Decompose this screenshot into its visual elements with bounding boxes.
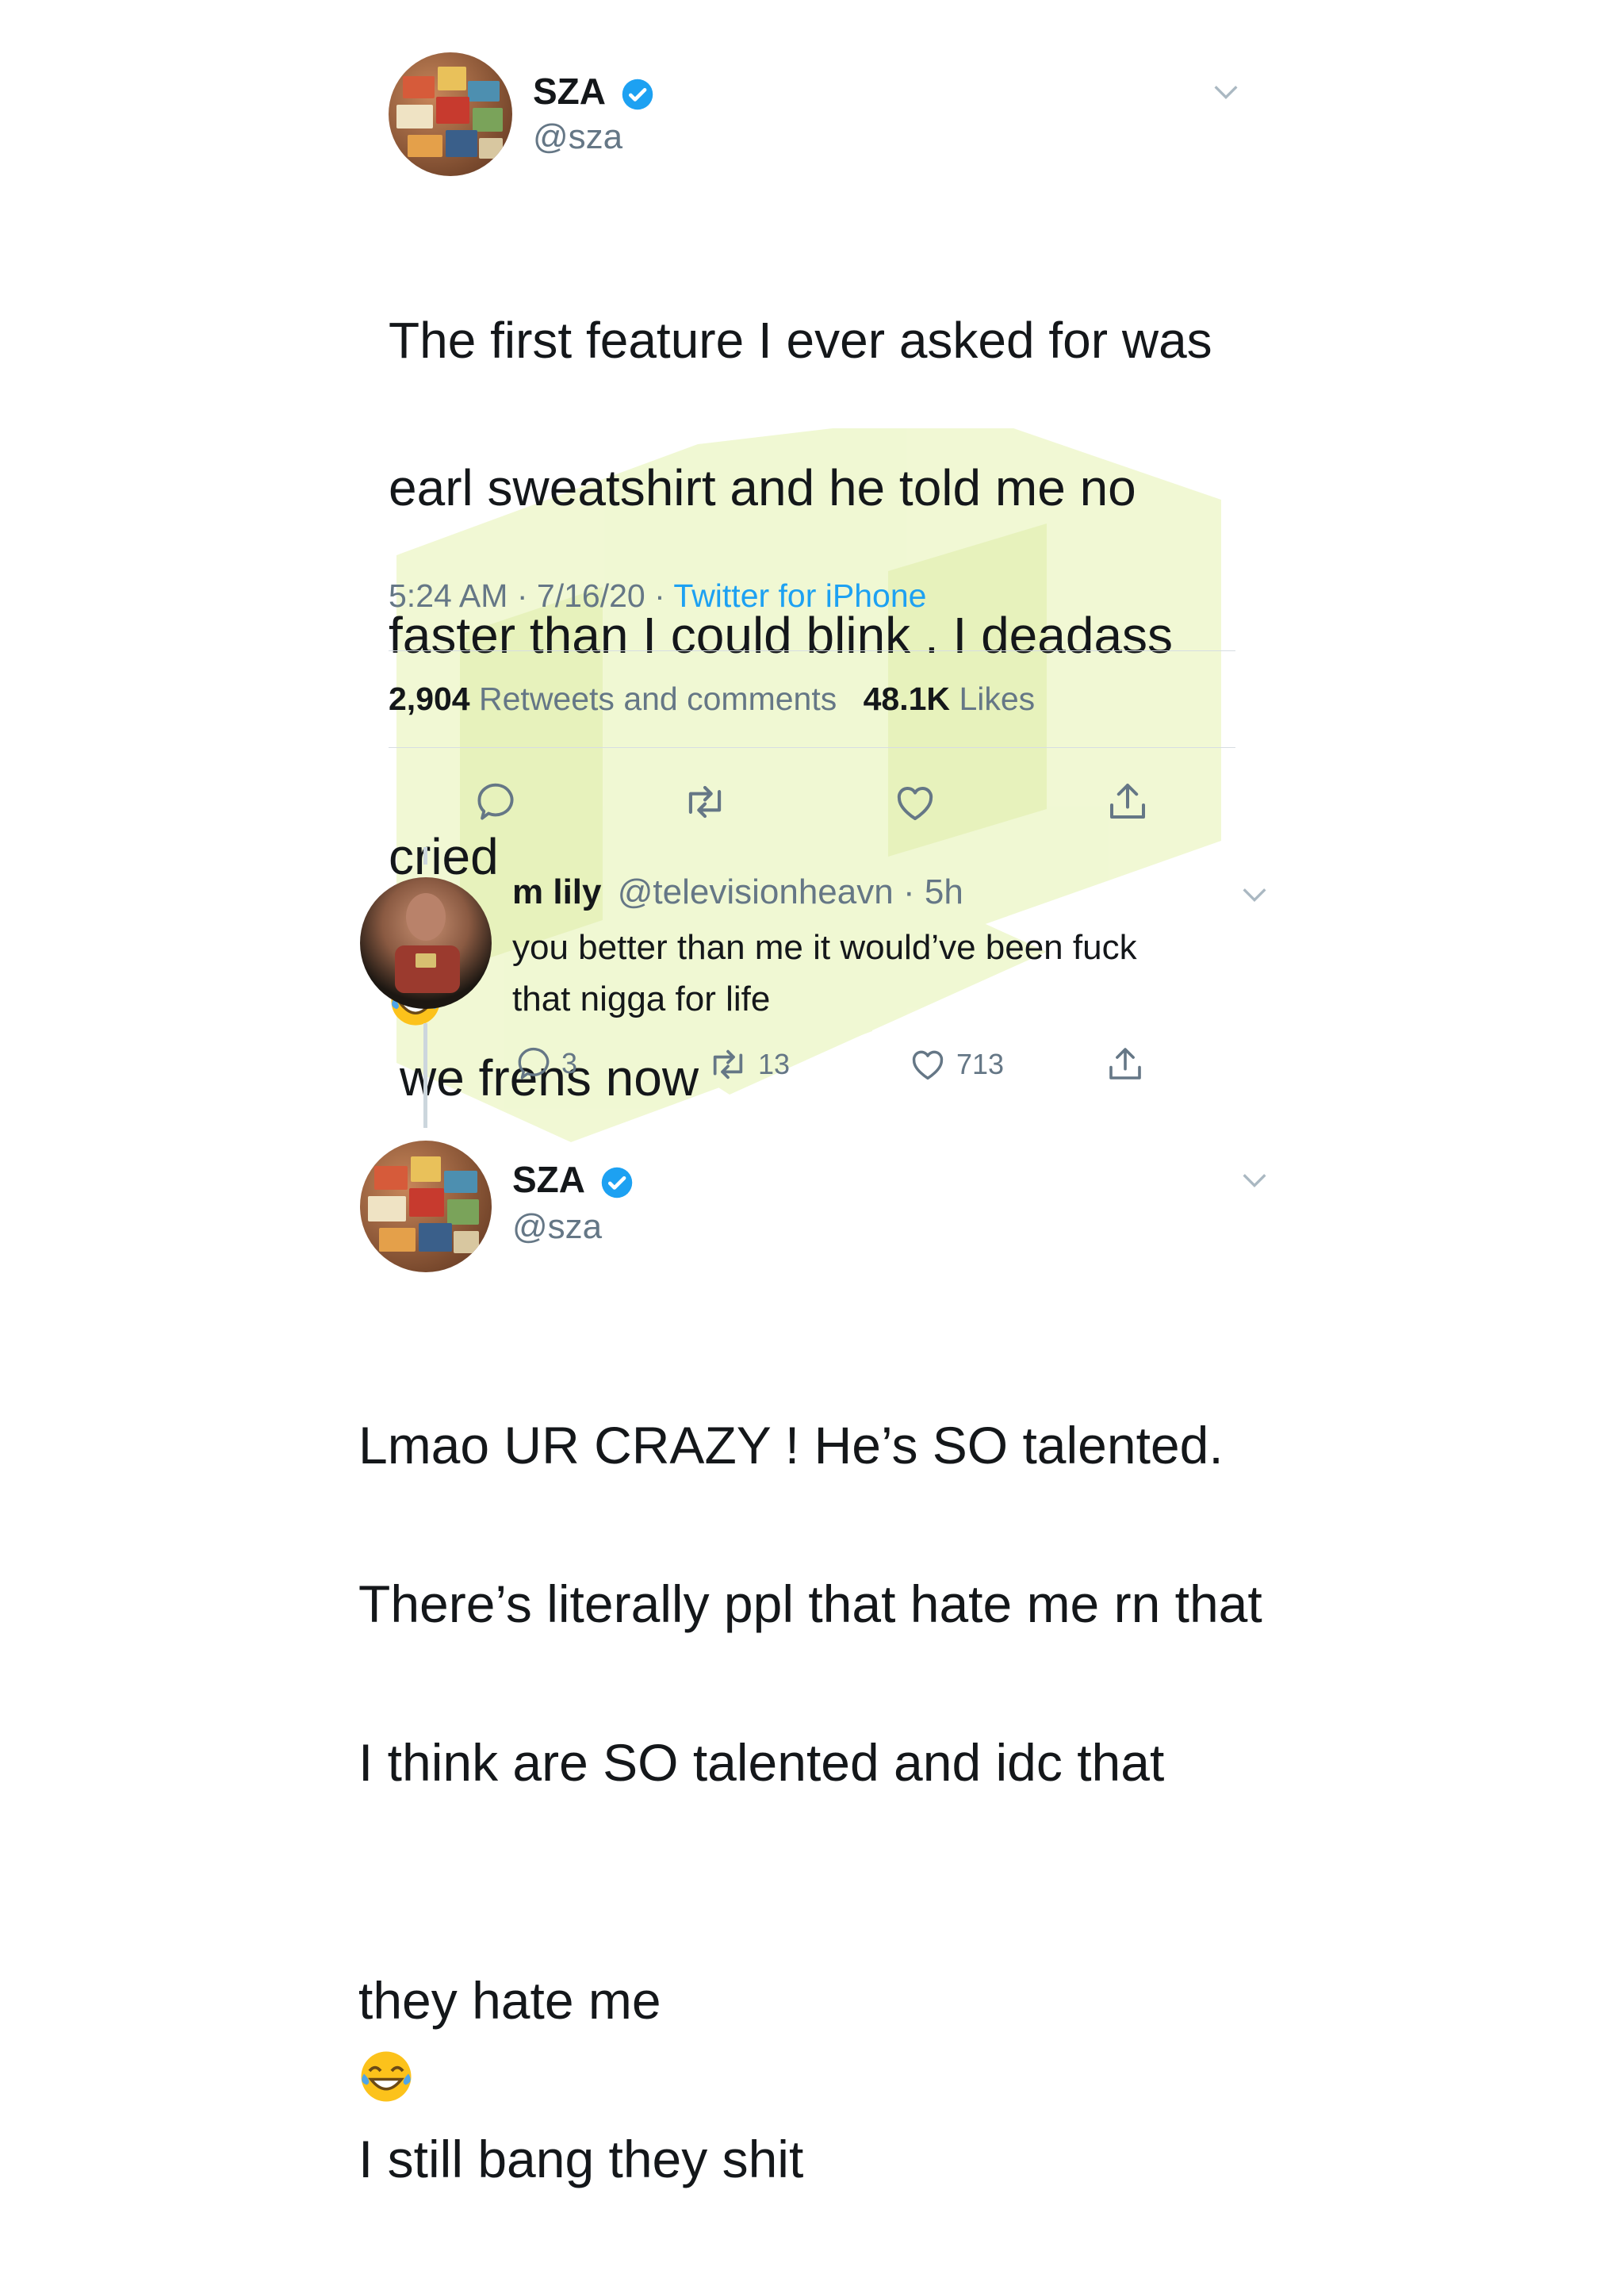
- likes-count: 48.1K: [863, 681, 951, 717]
- retweet-icon[interactable]: [680, 777, 730, 826]
- reply-avatar[interactable]: [360, 877, 492, 1009]
- verified-badge-icon: [622, 79, 653, 110]
- chevron-down-icon[interactable]: [1239, 1164, 1270, 1196]
- response-text-line: Lmao UR CRAZY ! He’s SO talented.: [358, 1416, 1224, 1475]
- likes-stat[interactable]: 48.1K Likes: [864, 681, 1036, 717]
- response-text-line: There’s literally ppl that hate me rn th…: [358, 1574, 1262, 1633]
- retweet-count: 13: [758, 1048, 791, 1080]
- like-icon[interactable]: [891, 779, 939, 826]
- response-text-word: I still bang they shit: [358, 2130, 804, 2188]
- reply-like-action[interactable]: 713: [907, 1044, 1004, 1085]
- retweets-label: Retweets and comments: [479, 681, 837, 717]
- reply-icon: [518, 1047, 550, 1080]
- avatar[interactable]: [389, 52, 512, 176]
- response-text: Lmao UR CRAZY ! He’s SO talented. There’…: [358, 1326, 1310, 2278]
- response-text-line: I think are SO talented and idc that: [358, 1733, 1165, 1792]
- tweet-source-link[interactable]: Twitter for iPhone: [673, 577, 926, 614]
- reply-age: 5h: [924, 872, 963, 911]
- chevron-down-icon[interactable]: [1210, 76, 1242, 108]
- like-count: 713: [956, 1048, 1005, 1080]
- response-avatar[interactable]: [360, 1141, 492, 1272]
- verified-badge-icon: [601, 1167, 633, 1198]
- tweet-time: 5:24 AM: [389, 577, 508, 614]
- reply-author-handle[interactable]: @televisionheavn: [618, 872, 894, 911]
- divider: [389, 650, 1235, 651]
- reply-reply-action[interactable]: 3: [514, 1044, 577, 1083]
- response-author-handle[interactable]: @sza: [512, 1207, 602, 1247]
- retweets-count: 2,904: [389, 681, 470, 717]
- tweet-stats: 2,904 Retweets and comments 48.1K Likes: [389, 681, 1035, 718]
- retweet-icon: [713, 1049, 743, 1080]
- likes-label: Likes: [959, 681, 1036, 717]
- response-text-word: they hate me: [358, 1971, 661, 2030]
- tweet-meta: 5:24 AM · 7/16/20 · Twitter for iPhone: [389, 577, 927, 614]
- reply-count: 3: [561, 1047, 578, 1080]
- tweet-text-line: The first feature I ever asked for was: [389, 312, 1212, 369]
- response-text-line: they hate me I still bang they shit: [358, 1881, 1310, 2199]
- tweet-text-word: cried: [389, 828, 499, 885]
- reply-retweet-action[interactable]: 13: [706, 1042, 790, 1087]
- author-handle[interactable]: @sza: [533, 117, 622, 157]
- tweet-text-line: earl sweatshirt and he told me no: [389, 459, 1136, 516]
- response-author-name[interactable]: SZA: [512, 1159, 585, 1200]
- thread-line: [423, 847, 427, 865]
- reply-text: you better than me it would’ve been fuck…: [512, 928, 1137, 1018]
- tweet-date: 7/16/20: [536, 577, 645, 614]
- tears-of-joy-emoji-icon: [361, 2051, 412, 2102]
- thread-line: [423, 1023, 427, 1128]
- reply-author-name[interactable]: m lily: [512, 872, 602, 911]
- reply-icon[interactable]: [473, 779, 519, 825]
- divider: [389, 747, 1235, 748]
- share-icon[interactable]: [1104, 1042, 1147, 1085]
- chevron-down-icon[interactable]: [1239, 879, 1270, 911]
- author-name[interactable]: SZA: [533, 71, 606, 112]
- share-icon[interactable]: [1104, 777, 1151, 825]
- like-icon: [912, 1050, 944, 1080]
- retweets-stat[interactable]: 2,904 Retweets and comments: [389, 681, 846, 717]
